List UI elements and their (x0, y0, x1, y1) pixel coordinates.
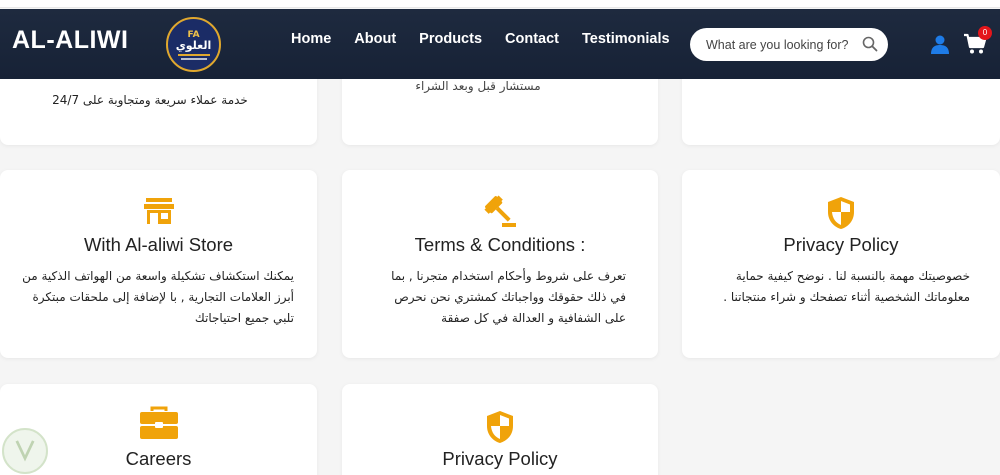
card-title: Terms & Conditions : (414, 234, 586, 255)
nav-products[interactable]: Products (419, 31, 482, 47)
cart-count-badge: 0 (978, 26, 992, 40)
feature-card-privacy: Privacy Policy خصوصيتك مهمة بالنسبة لنا … (682, 170, 1000, 358)
nav-contact[interactable]: Contact (505, 31, 559, 47)
logo-mark: FA (187, 29, 200, 40)
search-icon[interactable] (862, 36, 878, 52)
card-title: Privacy Policy (783, 234, 899, 255)
card-text: خصوصيتك مهمة بالنسبة لنا . نوضح كيفية حم… (723, 269, 970, 304)
feature-card-careers: Careers (0, 384, 317, 475)
search-input[interactable] (706, 37, 856, 52)
nav-testimonials[interactable]: Testimonials (582, 31, 670, 47)
logo-text: العلوي (175, 38, 212, 52)
consult-text: مستشار قبل وبعد الشراء (415, 79, 541, 93)
card-text: يمكنك استكشاف تشكيلة واسعة من الهواتف ال… (22, 269, 294, 325)
watermark-logo (2, 428, 48, 474)
card-text: تعرف على شروط وأحكام استخدام متجرنا , بم… (391, 269, 626, 325)
card-title: Privacy Policy (442, 448, 558, 469)
card-title: With Al-aliwi Store (83, 234, 234, 255)
main-nav: Home About Products Contact Testimonials (291, 31, 693, 47)
site-header: AL-ALIWI FA العلوي Home About Products C… (0, 9, 1000, 79)
feature-card-privacy-2: Privacy Policy (342, 384, 658, 475)
gavel-icon (484, 195, 516, 227)
nav-home[interactable]: Home (291, 31, 331, 47)
search-box (690, 28, 888, 61)
briefcase-icon (139, 406, 178, 439)
brand-logo[interactable]: FA العلوي (166, 17, 221, 72)
store-icon (143, 198, 174, 224)
shield-icon (487, 411, 513, 443)
user-icon[interactable] (930, 34, 950, 54)
nav-about[interactable]: About (354, 31, 396, 47)
page-top-strip (0, 0, 1000, 8)
feature-card-store: With Al-aliwi Store يمكنك استكشاف تشكيلة… (0, 170, 317, 358)
support-text: خدمة عملاء سريعة ومتجاوبة على 24/7 (52, 93, 248, 107)
feature-card-terms: Terms & Conditions : تعرف على شروط وأحكا… (342, 170, 658, 358)
shield-icon (828, 197, 854, 229)
brand-name[interactable]: AL-ALIWI (12, 26, 128, 55)
